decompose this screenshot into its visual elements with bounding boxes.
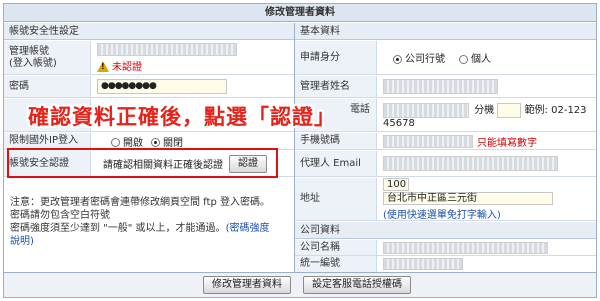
address-row: 地址 100 台北市中正區三元街 (使用快速選單免打字輸入) <box>295 177 596 221</box>
instruction-overlay: 確認資料正確後，點選「認證」 <box>28 105 336 129</box>
password-note: 注意：更改管理者密碼會連帶修改網頁空間 ftp 登入密碼。 密碼請勿包含空白符號… <box>10 197 270 247</box>
modify-admin-button[interactable]: 修改管理者資料 <box>203 276 291 294</box>
mobile-hint: 只能填寫數字 <box>477 137 537 149</box>
phone-auth-button[interactable]: 設定客服電話授權碼 <box>303 276 411 294</box>
action-bar: 修改管理者資料 設定客服電話授權碼 <box>4 272 596 297</box>
password-field[interactable]: ●●●●●●●● <box>97 79 227 94</box>
password-row: 密碼 ●●●●●●●● <box>4 76 294 98</box>
warning-icon <box>97 61 109 72</box>
tax-id-label: 統一編號 <box>295 256 377 272</box>
strength-help-link-cont[interactable]: 說明) <box>10 236 34 247</box>
phone-ext-field[interactable] <box>497 102 522 118</box>
phone-field[interactable] <box>383 102 469 118</box>
account-row: 管理帳號 (登入帳號) 未認證 <box>4 41 294 75</box>
company-name-row: 公司名稱 <box>295 240 596 256</box>
account-label: 管理帳號 (登入帳號) <box>4 41 91 74</box>
account-status: 未認證 <box>97 58 142 73</box>
tax-id-field[interactable] <box>383 258 463 270</box>
applicant-radio-company[interactable]: 公司行號 <box>393 50 445 65</box>
street-field[interactable]: 台北市中正區三元街 <box>383 191 553 205</box>
account-field[interactable] <box>97 42 237 56</box>
right-section-header: 基本資料 <box>295 23 596 40</box>
company-name-field[interactable] <box>383 241 548 254</box>
company-name-label: 公司名稱 <box>295 240 377 255</box>
agent-email-field[interactable] <box>383 156 558 171</box>
manager-name-row: 管理者姓名 <box>295 76 596 98</box>
admin-profile-panel: 修改管理者資料 帳號安全性設定 管理帳號 (登入帳號) 未認證 密碼 ●●●●●… <box>3 3 597 298</box>
phone-row: 電話 分機 範例: 02-123 45678 <box>295 99 596 132</box>
mobile-field[interactable] <box>383 134 473 148</box>
manager-name-field[interactable] <box>383 79 498 94</box>
quick-select-link[interactable]: (使用快速選單免打字輸入) <box>383 206 501 221</box>
manager-name-label: 管理者姓名 <box>295 76 377 97</box>
applicant-radio-personal[interactable]: 個人 <box>459 50 491 65</box>
ip-radio-on[interactable]: 開啟 <box>111 134 143 149</box>
address-label: 地址 <box>295 178 377 220</box>
agent-email-label: 代理人 Email <box>295 151 377 176</box>
mobile-label: 手機號碼 <box>295 133 377 149</box>
tax-id-row: 統一編號 <box>295 256 596 272</box>
highlight-box <box>7 148 278 178</box>
password-label: 密碼 <box>4 76 91 97</box>
strength-help-link[interactable]: (密碼強度 <box>226 223 270 234</box>
ip-limit-label: 限制國外IP登入 <box>4 133 91 149</box>
page-title: 修改管理者資料 <box>4 4 596 22</box>
applicant-label: 申請身分 <box>295 41 377 74</box>
zip-field[interactable]: 100 <box>383 177 409 191</box>
applicant-row: 申請身分 公司行號 個人 <box>295 41 596 75</box>
company-section-header: 公司資料 <box>295 222 596 239</box>
mobile-row: 手機號碼 只能填寫數字 <box>295 133 596 150</box>
ip-radio-off[interactable]: 關閉 <box>151 134 183 149</box>
left-section-header: 帳號安全性設定 <box>4 23 294 40</box>
agent-email-row: 代理人 Email <box>295 151 596 177</box>
